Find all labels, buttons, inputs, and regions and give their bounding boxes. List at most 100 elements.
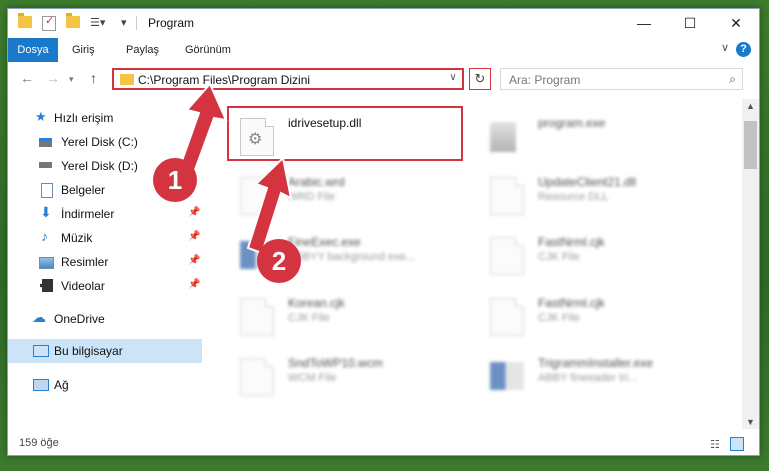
file-item[interactable]: TrigrammInstaller.exe ABBY fineeader tri…: [482, 352, 712, 402]
file-item[interactable]: FastNrml.cjk CJK File: [482, 292, 712, 342]
status-bar: 159 öğe ☷: [8, 433, 759, 455]
sidebar-item-quick-access[interactable]: ★ Hızlı erişim: [8, 106, 202, 130]
document-file-icon: [490, 237, 524, 275]
documents-icon: [41, 183, 53, 198]
sidebar-item-label: Resimler: [61, 255, 109, 269]
refresh-button[interactable]: ↻: [469, 68, 491, 90]
file-type: ABBY fineeader tri...: [538, 372, 638, 384]
recent-dropdown-icon[interactable]: ▾: [69, 74, 74, 85]
minimize-button[interactable]: —: [621, 9, 667, 37]
address-bar[interactable]: C:\Program Files\Program Dizini: [112, 68, 464, 90]
exe-file-icon: [490, 122, 516, 152]
star-icon: ★: [35, 109, 47, 124]
file-type: CJK File: [538, 251, 580, 263]
navigation-pane: ★ Hızlı erişim Yerel Disk (C:) Yerel Dis…: [8, 99, 202, 423]
sidebar-item-label: Belgeler: [61, 183, 106, 197]
file-type: CJK File: [538, 312, 580, 324]
scroll-down-icon[interactable]: ▼: [746, 417, 755, 427]
sidebar-item-label: OneDrive: [54, 312, 105, 326]
folder-icon: [120, 74, 134, 85]
dll-file-icon: [490, 177, 524, 215]
address-path[interactable]: C:\Program Files\Program Dizini: [138, 73, 310, 87]
file-name: FastNrml.cjk: [538, 235, 605, 249]
search-placeholder: Ara: Program: [509, 73, 581, 87]
title-bar: ✓ ☰▾ ▾ Program — ☐ ✕: [8, 9, 759, 37]
music-icon: ♪: [41, 228, 48, 244]
network-icon: [33, 379, 49, 391]
file-type: Resource DLL: [538, 191, 609, 203]
sidebar-item-label: Yerel Disk (D:): [61, 159, 138, 173]
sidebar-item-local-disk-c[interactable]: Yerel Disk (C:): [8, 130, 202, 154]
sidebar-item-videos[interactable]: Videolar 📌: [8, 274, 202, 298]
pin-icon[interactable]: 📌: [188, 279, 200, 290]
file-highlight-box: [227, 106, 463, 161]
back-arrow-icon[interactable]: ←: [20, 70, 34, 86]
vertical-scrollbar[interactable]: ▲ ▼: [742, 99, 759, 429]
sidebar-item-label: Müzik: [61, 231, 93, 245]
quick-access-dropdown-icon[interactable]: ▾: [121, 16, 135, 29]
sidebar-item-pictures[interactable]: Resimler 📌: [8, 250, 202, 274]
sidebar-item-this-pc[interactable]: Bu bilgisayar: [8, 339, 202, 363]
step-2-callout: 2: [257, 239, 301, 283]
sidebar-item-music[interactable]: ♪ Müzik 📌: [8, 226, 202, 250]
download-icon: ⬇: [40, 204, 52, 220]
properties-icon[interactable]: ✓: [42, 15, 56, 31]
address-dropdown-icon[interactable]: ∨: [444, 68, 462, 88]
pin-icon[interactable]: 📌: [188, 207, 200, 218]
ribbon-expand-icon[interactable]: ∨: [721, 41, 729, 54]
close-button[interactable]: ✕: [713, 9, 759, 37]
forward-arrow-icon[interactable]: →: [46, 70, 60, 86]
search-input[interactable]: Ara: Program ⌕: [500, 68, 743, 90]
tab-home[interactable]: Giriş: [72, 38, 95, 62]
file-item[interactable]: Korean.cjk CJK File: [232, 292, 462, 342]
navigation-bar: ← → ▾ ↑ C:\Program Files\Program Dizini …: [8, 62, 759, 96]
scrollbar-thumb[interactable]: [744, 121, 757, 169]
scroll-up-icon[interactable]: ▲: [746, 101, 755, 111]
details-view-icon[interactable]: ☷: [710, 438, 720, 451]
drive-icon: [39, 138, 52, 147]
drive-icon: [39, 162, 52, 168]
sidebar-item-network[interactable]: Ağ: [8, 373, 202, 397]
file-type: ABBYY background exe...: [288, 251, 415, 263]
pin-icon[interactable]: 📌: [188, 231, 200, 242]
folder-icon: [18, 13, 32, 28]
exe-file-icon: [490, 362, 524, 390]
sidebar-item-label: Hızlı erişim: [54, 111, 114, 125]
new-folder-icon[interactable]: [66, 13, 80, 28]
document-file-icon: [240, 358, 274, 396]
file-type: WCM File: [288, 372, 337, 384]
document-file-icon: [240, 298, 274, 336]
tab-view[interactable]: Görünüm: [185, 38, 231, 62]
sidebar-item-downloads[interactable]: ⬇ İndirmeler 📌: [8, 202, 202, 226]
document-file-icon: [490, 298, 524, 336]
videos-icon: [40, 279, 53, 292]
file-name: program.exe: [538, 116, 606, 130]
maximize-button[interactable]: ☐: [667, 9, 713, 37]
window-title: Program: [148, 16, 195, 30]
document-file-icon: [240, 177, 274, 215]
pin-icon[interactable]: 📌: [188, 255, 200, 266]
file-item[interactable]: Arabic.wrd WRD File: [232, 171, 462, 221]
sidebar-item-onedrive[interactable]: ☁ OneDrive: [8, 307, 202, 331]
help-icon[interactable]: ?: [736, 42, 751, 57]
large-icons-view-icon[interactable]: [730, 437, 744, 451]
tab-file[interactable]: Dosya: [8, 38, 58, 62]
view-options-icon[interactable]: ☰▾: [90, 16, 105, 29]
sidebar-item-label: Bu bilgisayar: [54, 344, 123, 358]
file-item[interactable]: SndToWP10.wcm WCM File: [232, 352, 462, 402]
file-name: UpdateClient21.dll: [538, 175, 637, 189]
file-type: WRD File: [288, 191, 336, 203]
file-name: FineExec.exe: [288, 235, 361, 249]
up-arrow-icon[interactable]: ↑: [90, 70, 97, 86]
search-icon[interactable]: ⌕: [729, 72, 736, 87]
divider: [136, 16, 137, 30]
file-item[interactable]: UpdateClient21.dll Resource DLL: [482, 171, 712, 221]
sidebar-item-label: Ağ: [54, 378, 69, 392]
sidebar-item-label: Yerel Disk (C:): [61, 135, 138, 149]
pictures-icon: [39, 257, 54, 269]
file-name: FastNrml.cjk: [538, 296, 605, 310]
file-item[interactable]: FastNrml.cjk CJK File: [482, 231, 712, 281]
file-item[interactable]: program.exe: [482, 112, 712, 162]
file-type: CJK File: [288, 312, 330, 324]
tab-share[interactable]: Paylaş: [126, 38, 159, 62]
